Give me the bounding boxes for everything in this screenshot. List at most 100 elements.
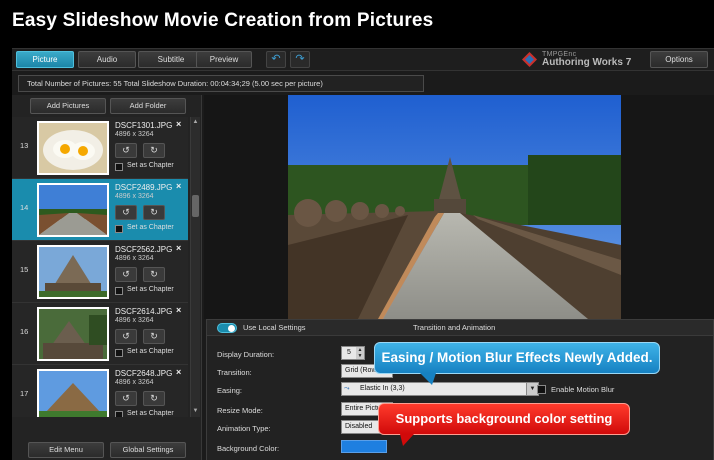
- list-scrollbar[interactable]: ▲ ▼: [190, 117, 200, 417]
- easing-curve-icon: ⤳: [344, 385, 350, 392]
- stepper-arrows-icon[interactable]: ▲ ▼: [356, 347, 364, 359]
- scroll-down-icon[interactable]: ▼: [191, 407, 200, 416]
- rotate-right-icon[interactable]: ↻: [143, 143, 165, 158]
- thumbnail-image-ruins: [39, 309, 107, 359]
- rotate-right-icon[interactable]: ↻: [143, 329, 165, 344]
- motion-blur-checkbox[interactable]: [537, 385, 546, 394]
- tab-picture[interactable]: Picture: [16, 51, 74, 68]
- file-size: 4896 x 3264: [115, 317, 154, 324]
- picture-list[interactable]: 13 DSCF1301.JPG 4896 x 3264 × ↺ ↻ Set as…: [12, 117, 190, 417]
- display-duration-value: 5: [347, 349, 351, 356]
- logo-icon: [522, 52, 537, 67]
- rotate-left-icon[interactable]: ↺: [115, 205, 137, 220]
- scroll-thumb[interactable]: [192, 195, 199, 217]
- rotate-right-icon[interactable]: ↻: [143, 205, 165, 220]
- list-item[interactable]: 16 DSCF2614.JPG 4896 x 3264 × ↺ ↻ Set as…: [12, 303, 188, 365]
- toggle-knob: [228, 325, 235, 332]
- toolbar: Picture Audio Subtitle Preview ↶ ↷ TMPGE…: [12, 49, 714, 71]
- thumbnail: [37, 307, 109, 361]
- display-duration-label: Display Duration:: [217, 350, 275, 359]
- tab-audio[interactable]: Audio: [78, 51, 136, 68]
- easing-label: Easing:: [217, 386, 243, 395]
- file-name: DSCF2489.JPG: [115, 183, 173, 192]
- chapter-checkbox[interactable]: [115, 411, 123, 417]
- item-number: 14: [20, 203, 29, 212]
- background-color-swatch[interactable]: [341, 440, 387, 453]
- remove-icon[interactable]: ×: [176, 305, 181, 315]
- easing-dropdown[interactable]: ⤳ Elastic In (3,3) ▼: [341, 382, 539, 396]
- settings-header: Use Local Settings Transition and Animat…: [207, 320, 713, 336]
- picture-list-panel: Add Pictures Add Folder 13 DSCF1301.JPG: [12, 95, 202, 460]
- animation-type-value: Disabled: [345, 423, 373, 430]
- thumbnail-image-temple: [39, 247, 107, 297]
- callout-background-color: Supports background color setting: [378, 403, 630, 435]
- tab-preview[interactable]: Preview: [196, 51, 252, 68]
- transition-label: Transition:: [217, 368, 252, 377]
- file-size: 4896 x 3264: [115, 131, 154, 138]
- rotate-left-icon[interactable]: ↺: [115, 391, 137, 406]
- section-title: Transition and Animation: [413, 323, 496, 332]
- file-size: 4896 x 3264: [115, 379, 154, 386]
- display-duration-field[interactable]: 5 ▲ ▼: [341, 346, 365, 360]
- app-window: Picture Audio Subtitle Preview ↶ ↷ TMPGE…: [12, 48, 714, 460]
- chapter-checkbox[interactable]: [115, 163, 123, 171]
- edit-menu-button[interactable]: Edit Menu: [28, 442, 104, 458]
- thumbnail: [37, 245, 109, 299]
- list-item[interactable]: 17 DSCF2648.JPG 4896 x 3264 × ↺ ↻ Set as…: [12, 365, 188, 417]
- redo-icon[interactable]: ↷: [290, 51, 310, 68]
- easing-value: Elastic In (3,3): [360, 385, 405, 392]
- chapter-checkbox[interactable]: [115, 349, 123, 357]
- file-size: 4896 x 3264: [115, 193, 154, 200]
- item-number: 16: [20, 327, 29, 336]
- list-item-selected[interactable]: 14 DSCF2489.JPG 4896 x 3264 × ↺ ↻ Set as…: [12, 179, 188, 241]
- preview-area: [204, 95, 714, 319]
- rotate-left-icon[interactable]: ↺: [115, 329, 137, 344]
- item-number: 15: [20, 265, 29, 274]
- global-settings-button[interactable]: Global Settings: [110, 442, 186, 458]
- file-name: DSCF1301.JPG: [115, 121, 173, 130]
- item-number: 13: [20, 141, 29, 150]
- thumbnail: [37, 183, 109, 237]
- chapter-label: Set as Chapter: [127, 224, 174, 231]
- chapter-label: Set as Chapter: [127, 286, 174, 293]
- rotate-left-icon[interactable]: ↺: [115, 267, 137, 282]
- rotate-right-icon[interactable]: ↻: [143, 391, 165, 406]
- chapter-label: Set as Chapter: [127, 348, 174, 355]
- remove-icon[interactable]: ×: [176, 181, 181, 191]
- motion-blur-label: Enable Motion Blur: [551, 385, 615, 394]
- local-settings-label: Use Local Settings: [243, 323, 306, 332]
- remove-icon[interactable]: ×: [176, 243, 181, 253]
- add-folder-button[interactable]: Add Folder: [110, 98, 186, 114]
- background-color-label: Background Color:: [217, 444, 280, 453]
- settings-panel: Use Local Settings Transition and Animat…: [206, 319, 714, 460]
- scroll-up-icon[interactable]: ▲: [191, 118, 200, 127]
- chapter-checkbox[interactable]: [115, 225, 123, 233]
- chapter-checkbox[interactable]: [115, 287, 123, 295]
- banner: Easy Slideshow Movie Creation from Pictu…: [0, 0, 714, 48]
- tab-subtitle[interactable]: Subtitle: [138, 51, 204, 68]
- add-pictures-button[interactable]: Add Pictures: [30, 98, 106, 114]
- file-name: DSCF2562.JPG: [115, 245, 173, 254]
- resize-mode-label: Resize Mode:: [217, 406, 263, 415]
- callout-tail-icon: [400, 434, 414, 446]
- thumbnail: [37, 369, 109, 417]
- chapter-label: Set as Chapter: [127, 162, 174, 169]
- undo-icon[interactable]: ↶: [266, 51, 286, 68]
- animation-type-label: Animation Type:: [217, 424, 271, 433]
- remove-icon[interactable]: ×: [176, 367, 181, 377]
- status-bar: Total Number of Pictures: 55 Total Slide…: [18, 75, 424, 92]
- file-name: DSCF2614.JPG: [115, 307, 173, 316]
- banner-title: Easy Slideshow Movie Creation from Pictu…: [12, 10, 434, 31]
- rotate-right-icon[interactable]: ↻: [143, 267, 165, 282]
- brand-logo: TMPGEnc Authoring Works 7: [522, 51, 648, 69]
- options-button[interactable]: Options: [650, 51, 708, 68]
- brand-name: Authoring Works 7: [542, 57, 632, 68]
- list-item[interactable]: 15 DSCF2562.JPG 4896 x 3264 × ↺ ↻ Set as…: [12, 241, 188, 303]
- list-item[interactable]: 13 DSCF1301.JPG 4896 x 3264 × ↺ ↻ Set as…: [12, 117, 188, 179]
- rotate-left-icon[interactable]: ↺: [115, 143, 137, 158]
- local-settings-toggle[interactable]: [217, 323, 237, 333]
- remove-icon[interactable]: ×: [176, 119, 181, 129]
- thumbnail-image-pyramid: [39, 371, 107, 417]
- file-size: 4896 x 3264: [115, 255, 154, 262]
- item-number: 17: [20, 389, 29, 398]
